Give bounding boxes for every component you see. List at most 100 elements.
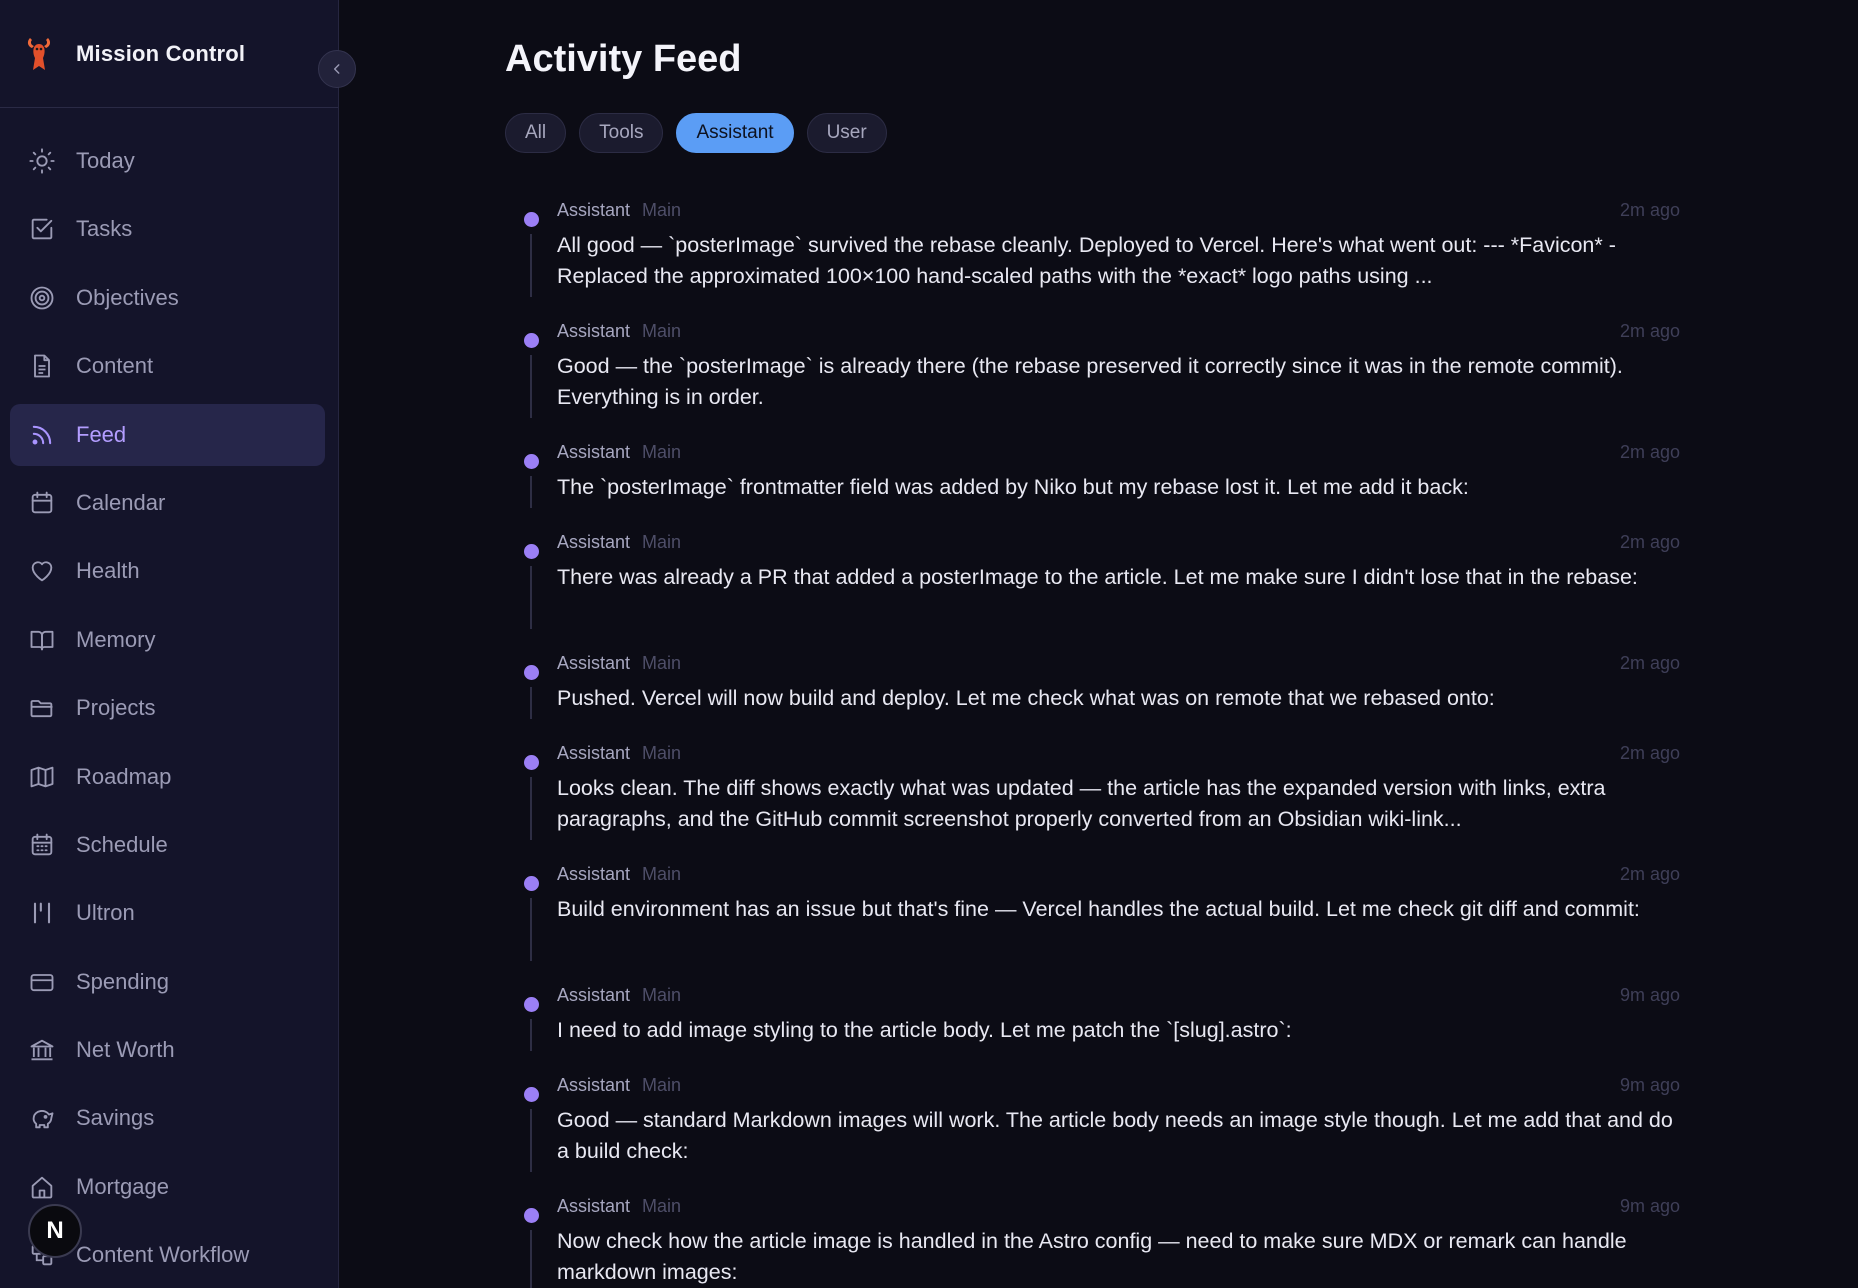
entry-text: Looks clean. The diff shows exactly what…	[557, 776, 1606, 831]
app-title: Mission Control	[76, 40, 246, 66]
filter-user[interactable]: User	[806, 113, 887, 153]
sidebar-item-projects[interactable]: Projects	[10, 677, 325, 739]
feed-entry[interactable]: Assistant Main 2m ago Build environment …	[520, 864, 1680, 985]
entry-text: I need to add image styling to the artic…	[557, 1018, 1292, 1042]
sidebar-item-feed[interactable]: Feed	[10, 403, 325, 466]
sidebar-item-label: Tasks	[76, 216, 133, 242]
entry-source: Main	[642, 743, 682, 763]
feed-entry[interactable]: Assistant Main 9m ago Now check how the …	[520, 1196, 1680, 1288]
sidebar-item-label: Memory	[76, 626, 156, 652]
sidebar-item-label: Roadmap	[76, 763, 172, 789]
sidebar-item-label: Spending	[76, 968, 169, 994]
filter-all[interactable]: All	[505, 113, 567, 153]
bank-icon	[30, 1039, 54, 1061]
feed-entry[interactable]: Assistant Main 2m ago All good — `poster…	[520, 200, 1680, 321]
collapse-sidebar-button[interactable]	[318, 50, 356, 88]
feed-entry[interactable]: Assistant Main 2m ago Looks clean. The d…	[520, 743, 1680, 864]
entry-dot	[524, 997, 539, 1012]
book-icon	[30, 630, 54, 651]
entry-role: Assistant	[557, 864, 631, 884]
entry-time: 2m ago	[1619, 653, 1680, 673]
avatar[interactable]: N	[28, 1204, 82, 1258]
entry-role: Assistant	[557, 442, 631, 462]
sidebar-item-label: Schedule	[76, 831, 168, 857]
filter-assistant[interactable]: Assistant	[676, 113, 794, 153]
entry-dot	[524, 755, 539, 770]
sidebar-item-savings[interactable]: Savings	[10, 1087, 325, 1149]
avatar-initial: N	[46, 1217, 64, 1244]
entry-dot	[524, 333, 539, 348]
entry-source: Main	[642, 200, 682, 220]
entry-role: Assistant	[557, 653, 631, 673]
entry-source: Main	[642, 864, 682, 884]
entry-role: Assistant	[557, 532, 631, 552]
entry-role: Assistant	[557, 1196, 631, 1216]
sidebar-item-label: Today	[76, 148, 135, 173]
sidebar-item-objectives[interactable]: Objectives	[10, 267, 325, 329]
entry-line	[530, 476, 532, 508]
entry-dot	[524, 665, 539, 680]
sidebar-item-net-worth[interactable]: Net Worth	[10, 1019, 325, 1081]
chevron-left-icon	[333, 64, 340, 74]
entry-dot	[524, 876, 539, 891]
entry-line	[530, 1019, 532, 1051]
house-icon	[31, 1176, 53, 1199]
target-icon	[30, 286, 54, 310]
map-icon	[30, 766, 54, 787]
entry-role: Assistant	[557, 200, 631, 220]
sidebar-item-label: Feed	[76, 421, 127, 447]
sidebar-item-content[interactable]: Content	[10, 335, 325, 397]
entry-line	[530, 234, 532, 297]
sidebar-item-memory[interactable]: Memory	[10, 609, 325, 671]
feed-entry[interactable]: Assistant Main 2m ago There was already …	[520, 532, 1680, 653]
entry-source: Main	[642, 1075, 682, 1095]
credit-card-icon	[30, 973, 54, 991]
sidebar-item-label: Health	[76, 558, 140, 584]
calendar-icon	[31, 491, 53, 514]
entry-line	[530, 687, 532, 719]
sidebar-item-ultron[interactable]: Ultron	[10, 882, 325, 944]
feed-entry[interactable]: Assistant Main 2m ago The `posterImage` …	[520, 442, 1680, 532]
entry-role: Assistant	[557, 743, 631, 763]
sidebar-item-label: Content Workflow	[76, 1242, 250, 1268]
entry-line	[530, 1230, 532, 1288]
feed-entry[interactable]: Assistant Main 9m ago I need to add imag…	[520, 985, 1680, 1075]
sidebar-item-today[interactable]: Today	[10, 130, 325, 192]
main-content: Activity Feed All Tools Assistant User A…	[340, 0, 1858, 1288]
entry-role: Assistant	[557, 321, 631, 341]
sidebar: Mission Control Today Tasks Objectives C…	[0, 0, 339, 1288]
entry-line	[530, 898, 532, 961]
sidebar-item-spending[interactable]: Spending	[10, 951, 325, 1013]
bars-icon	[33, 902, 51, 924]
sidebar-item-label: Projects	[76, 695, 156, 721]
feed-entry[interactable]: Assistant Main 2m ago Pushed. Vercel wil…	[520, 653, 1680, 743]
piggy-bank-icon	[32, 1110, 54, 1129]
sidebar-item-tasks[interactable]: Tasks	[10, 198, 325, 260]
sidebar-item-roadmap[interactable]: Roadmap	[10, 746, 325, 808]
feed-entry[interactable]: Assistant Main 9m ago Good — standard Ma…	[520, 1075, 1680, 1196]
sidebar-nav: Today Tasks Objectives Content Feed Cale…	[10, 130, 325, 1288]
lobster-logo-icon	[27, 37, 51, 70]
entry-line	[530, 1109, 532, 1172]
sidebar-item-health[interactable]: Health	[10, 540, 325, 602]
sidebar-item-calendar[interactable]: Calendar	[10, 472, 325, 534]
entry-dot	[524, 212, 539, 227]
page-title: Activity Feed	[505, 38, 742, 80]
entry-line	[530, 355, 532, 418]
entry-text: Now check how the article image is handl…	[557, 1229, 1627, 1284]
entry-role: Assistant	[557, 985, 631, 1005]
entry-text: The `posterImage` frontmatter field was …	[557, 475, 1469, 499]
entry-source: Main	[642, 442, 682, 462]
entry-dot	[524, 1087, 539, 1102]
entry-time: 2m ago	[1619, 321, 1680, 341]
feed-entry[interactable]: Assistant Main 2m ago Good — the `poster…	[520, 321, 1680, 442]
entry-source: Main	[642, 321, 682, 341]
rss-icon	[32, 425, 52, 445]
sidebar-item-schedule[interactable]: Schedule	[10, 814, 325, 876]
entry-text: Build environment has an issue but that'…	[557, 897, 1640, 921]
entry-dot	[524, 544, 539, 559]
entry-source: Main	[642, 532, 682, 552]
calendar-grid-icon	[31, 833, 53, 856]
entry-time: 9m ago	[1619, 1196, 1680, 1216]
filter-tools[interactable]: Tools	[579, 113, 664, 153]
